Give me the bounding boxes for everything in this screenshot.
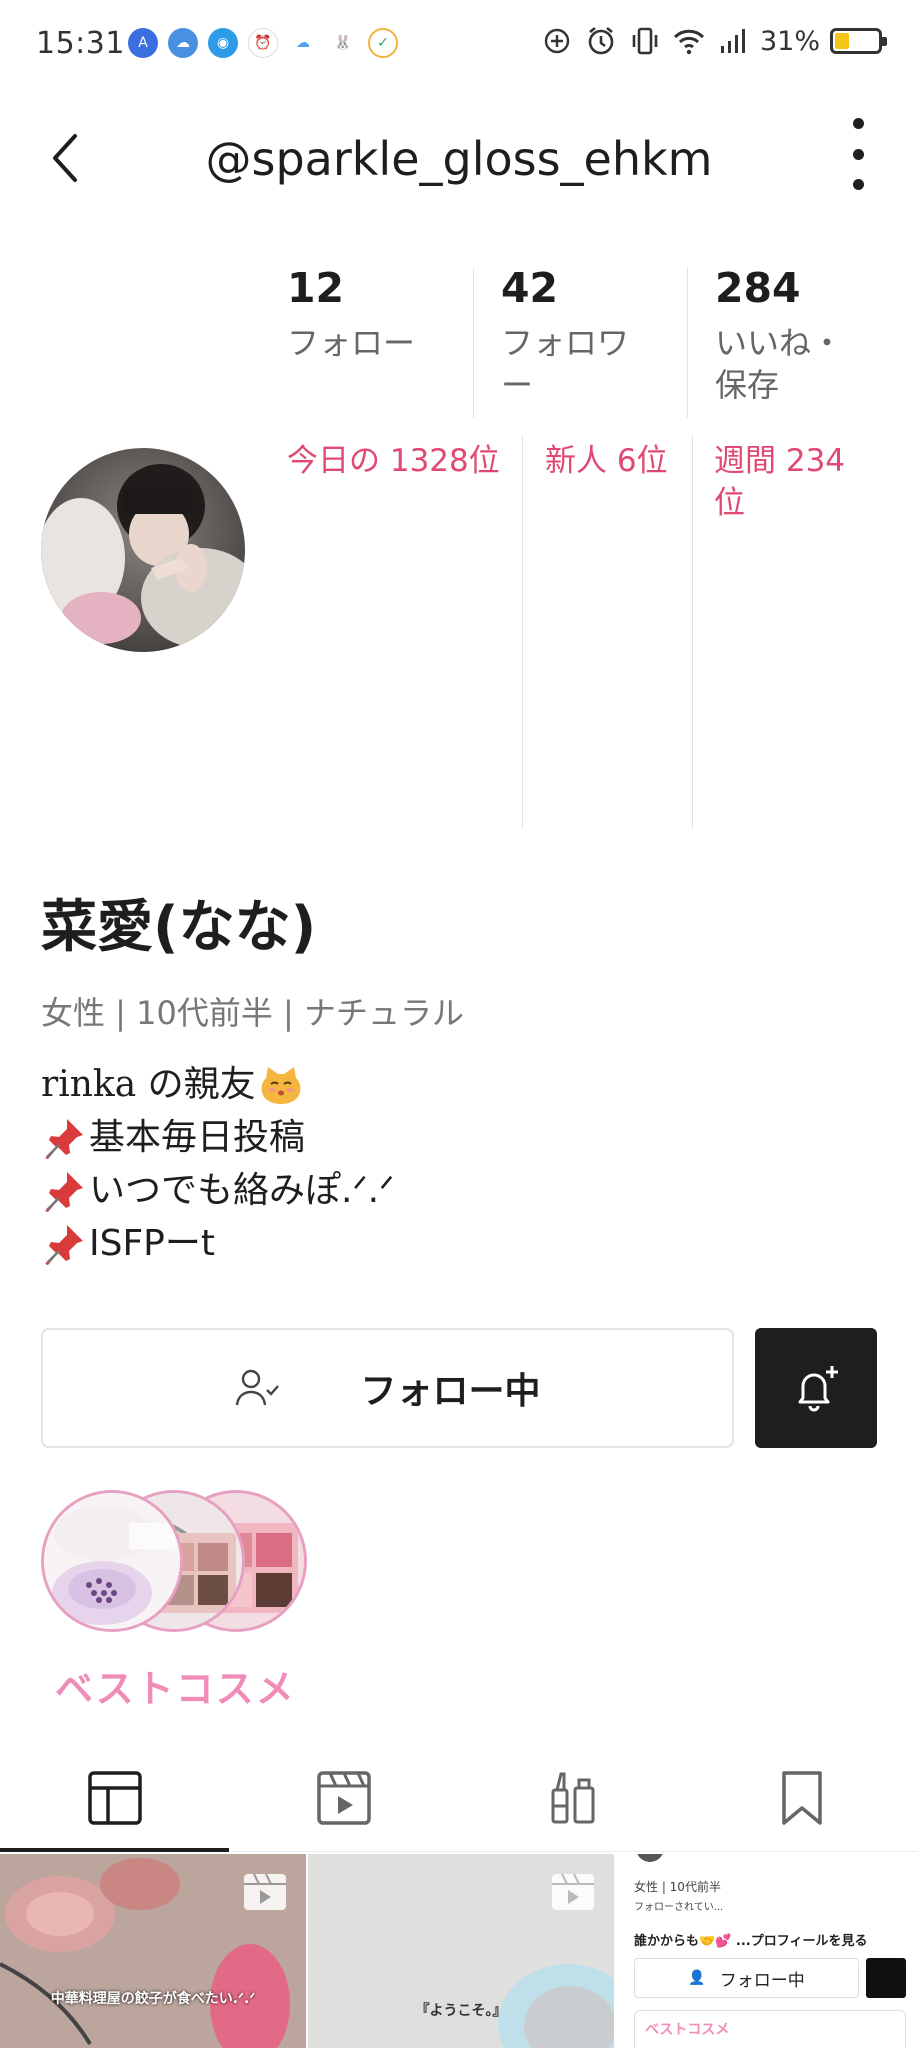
battery-level — [835, 33, 850, 49]
grid-icon — [87, 1771, 142, 1825]
battery-percent: 31% — [759, 25, 820, 57]
notification-bell-button[interactable] — [755, 1328, 877, 1448]
following-stat[interactable]: 12 フォロー — [287, 264, 427, 414]
profile-tabs — [0, 1748, 918, 1854]
profile-header: @sparkle_gloss_ehkm — [0, 100, 918, 210]
likes-stat[interactable]: 284 いいね・保存 — [715, 264, 845, 414]
more-options-button[interactable] — [838, 114, 878, 194]
more-dot-icon — [852, 148, 864, 160]
rank-divider — [692, 436, 693, 828]
battery-icon — [830, 28, 887, 54]
stat-divider — [687, 268, 688, 418]
rank-daily[interactable]: 今日の 1328位 — [287, 440, 517, 482]
pushpin-icon — [45, 1171, 83, 1212]
followers-count: 42 — [501, 264, 559, 312]
status-time: 15:31 — [36, 26, 125, 61]
bio-line: 基本毎日投稿 — [41, 1111, 881, 1164]
alarm-icon — [584, 24, 618, 58]
profile-stats: 12 フォロー 42 フォロワー 284 いいね・保存 — [287, 264, 887, 418]
cosme-icon — [551, 1772, 594, 1824]
best-cosme-highlight[interactable] — [41, 1490, 311, 1635]
rabbit-app-icon: 🐰 — [328, 28, 358, 58]
signal-icon — [716, 24, 750, 58]
weather-app-icon: ☁ — [168, 28, 198, 58]
mini-follow-label: フォロー中 — [719, 1970, 805, 1991]
bell-plus-icon — [866, 1958, 906, 1998]
post-caption: 中華料理屋の餃子が食べたい.ᐟ.ᐟ — [50, 1991, 256, 2007]
mini-avatar — [636, 1854, 664, 1862]
bio-text: ISFPーt — [89, 1223, 216, 1264]
post-image: 女性 | 10代前半 フォローされてい... 誰かからも🤝💕 ...プロフィール… — [616, 1854, 918, 2048]
bio-text: rinka の親友 — [41, 1064, 256, 1105]
more-dot-icon — [852, 179, 864, 190]
following-label: フォロー中 — [360, 1371, 541, 1412]
avatar-photo — [41, 448, 245, 652]
notification-icons: A ☁ ◉ ⏰ ☁ 🐰 ✓ — [128, 28, 398, 58]
bio-text: いつでも絡みぽ.ᐟ.ᐟ — [89, 1170, 395, 1211]
tab-saved[interactable] — [687, 1748, 916, 1848]
pushpin-icon — [45, 1224, 83, 1265]
video-icon — [552, 1873, 594, 1910]
mini-cosme-label: ベストコスメ — [645, 2022, 730, 2038]
rank-newcomer[interactable]: 新人 6位 — [545, 440, 695, 482]
video-icon — [316, 1771, 371, 1825]
post-thumbnail[interactable]: 女性 | 10代前半 フォローされてい... 誰かからも🤝💕 ...プロフィール… — [616, 1854, 918, 2048]
bell-plus-icon — [798, 1366, 838, 1412]
user-check-icon — [236, 1369, 280, 1406]
likes-count: 284 — [715, 264, 801, 312]
bio-line: rinka の親友 — [41, 1058, 881, 1111]
wifi-icon — [672, 24, 706, 58]
tab-videos[interactable] — [229, 1748, 458, 1848]
translate-icon: A — [128, 28, 158, 58]
cloud-icon: ☁ — [288, 28, 318, 58]
following-button[interactable]: フォロー中 — [41, 1328, 734, 1448]
status-bar: 15:31 A ☁ ◉ ⏰ ☁ 🐰 ✓ 31% — [0, 0, 918, 88]
mini-sub: フォローされてい... — [634, 1902, 724, 1913]
profile-bio: rinka の親友 基本毎日投稿 いつでも絡みぽ.ᐟ.ᐟ ISFPーt — [41, 1058, 881, 1270]
bio-text: 基本毎日投稿 — [89, 1117, 306, 1158]
bio-line: ISFPーt — [41, 1217, 881, 1270]
check-app-icon: ✓ — [368, 28, 398, 58]
following-count: 12 — [287, 264, 345, 312]
pushpin-icon — [45, 1118, 83, 1159]
highlight-image — [41, 1490, 183, 1632]
active-tab-indicator — [0, 1848, 229, 1852]
rank-divider — [522, 436, 523, 828]
post-thumbnail[interactable]: 『ようこそ。』 — [308, 1854, 614, 2048]
post-caption: 『ようこそ。』 — [415, 2003, 507, 2019]
likes-label: いいね・保存 — [715, 324, 844, 404]
followers-label: フォロワー — [501, 324, 630, 404]
bookmark-icon — [781, 1771, 822, 1825]
posts-grid: 中華料理屋の餃子が食べたい.ᐟ.ᐟ 『ようこそ。』 女性 | 10代前半 フォロ… — [0, 1854, 918, 2048]
system-icons: 31% — [540, 24, 887, 58]
bio-line: いつでも絡みぽ.ᐟ.ᐟ — [41, 1164, 881, 1217]
highlight-label: ベストコスメ — [55, 1667, 296, 1711]
alarm-app-icon: ⏰ — [248, 28, 278, 58]
tab-cosme[interactable] — [458, 1748, 687, 1848]
game-app-icon: ◉ — [208, 28, 238, 58]
following-label: フォロー — [287, 324, 416, 362]
mini-cosme: ベストコスメ — [634, 2010, 906, 2048]
post-thumbnail[interactable]: 中華料理屋の餃子が食べたい.ᐟ.ᐟ — [0, 1854, 306, 2048]
tab-posts[interactable] — [0, 1748, 229, 1848]
more-dot-icon — [852, 118, 864, 129]
mini-meta: 女性 | 10代前半 — [634, 1880, 721, 1894]
user-check-icon: 👤 — [688, 1970, 706, 1986]
vibrate-icon — [628, 24, 662, 58]
rank-weekly[interactable]: 週間 234位 — [714, 440, 864, 524]
profile-handle: @sparkle_gloss_ehkm — [205, 132, 713, 186]
add-circle-icon — [540, 24, 574, 58]
mini-cta: 誰かからも🤝💕 ...プロフィールを見る — [634, 1934, 868, 1949]
stat-divider — [473, 268, 474, 418]
video-icon — [244, 1873, 286, 1910]
cat-face-icon — [261, 1066, 301, 1104]
followers-stat[interactable]: 42 フォロワー — [501, 264, 641, 414]
profile-meta: 女性 | 10代前半 | ナチュラル — [41, 994, 464, 1032]
avatar[interactable] — [41, 448, 245, 652]
display-name: 菜愛(なな) — [41, 895, 317, 960]
mini-follow-button: 👤 フォロー中 — [634, 1958, 859, 1998]
